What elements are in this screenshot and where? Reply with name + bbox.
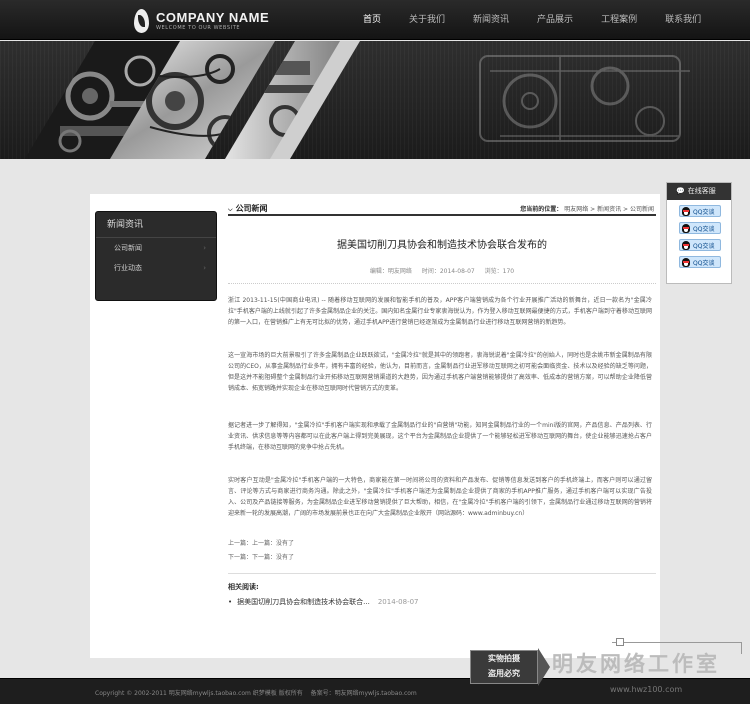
related-item[interactable]: • 据美国切削刀具协会和制造技术协会联合... 2014-08-07 — [228, 597, 656, 607]
breadcrumb-home[interactable]: 明友网络 — [564, 206, 588, 213]
breadcrumb-label: 您当前的位置： — [520, 206, 563, 213]
watermark-box: 实物拍摄 盗用必究 — [470, 650, 538, 684]
prev-article-link[interactable]: 上一篇：上一篇：没有了 — [228, 537, 656, 551]
watermark-line2: 盗用必究 — [488, 669, 520, 678]
nav-home[interactable]: 首页 — [352, 0, 392, 40]
nav-products[interactable]: 产品展示 — [526, 0, 584, 40]
article-editor: 编辑：明友网络 — [369, 268, 412, 275]
sidebar-item-company-news[interactable]: 公司新闻 › — [96, 238, 216, 258]
nav-news[interactable]: 新闻资讯 — [462, 0, 520, 40]
qq-chat-button[interactable]: QQ交谈 — [679, 239, 721, 251]
breadcrumb: 您当前的位置： 明友网络 > 新闻资讯 > 公司新闻 — [520, 204, 654, 213]
article-paragraph: 这一宣海市场的巨大前景吸引了许多金属制品企业跃跃欲试，"金属冷拉"就是其中的领跑… — [228, 352, 652, 392]
related-item-title: 据美国切削刀具协会和制造技术协会联合... — [237, 598, 370, 606]
nav-contact[interactable]: 联系我们 — [654, 0, 712, 40]
logo[interactable]: COMPANY NAME WELCOME TO OUR WEBSITE — [132, 7, 269, 35]
chevron-down-icon: ⌵ — [228, 206, 233, 213]
qq-penguin-icon — [682, 223, 690, 233]
sidebar-item-label: 公司新闻 — [114, 244, 142, 252]
article-paragraph: 实时客户互动是"金属冷拉"手机客户端的一大特色，商家能在第一时间将公司的资料和产… — [228, 477, 652, 517]
footer-copyright: Copyright © 2002-2011 明友网络mywljs.taobao.… — [95, 690, 303, 697]
qq-chat-button[interactable]: QQ交谈 — [679, 205, 721, 217]
main-panel: 新闻资讯 公司新闻 › 行业动态 › ⌵ 公司新闻 您当前的位置： 明友网络 > … — [90, 194, 660, 658]
breadcrumb-sep: > — [623, 206, 630, 213]
nav-cases[interactable]: 工程案例 — [590, 0, 648, 40]
watermark-name: 明友网络工作室 — [552, 652, 720, 676]
article-area: ⌵ 公司新闻 您当前的位置： 明友网络 > 新闻资讯 > 公司新闻 据美国切削刀具… — [228, 200, 656, 607]
qq-chat-button[interactable]: QQ交谈 — [679, 256, 721, 268]
top-header: COMPANY NAME WELCOME TO OUR WEBSITE 首页 关… — [0, 0, 750, 40]
sidebar: 新闻资讯 公司新闻 › 行业动态 › — [95, 211, 217, 301]
qq-chat-label: QQ交谈 — [693, 242, 715, 250]
watermark-url: www.hwz100.com — [610, 685, 683, 694]
related-title: 相关阅读: — [228, 583, 259, 591]
sidebar-title: 新闻资讯 — [96, 212, 216, 238]
qq-penguin-icon — [682, 257, 690, 267]
qq-chat-label: QQ交谈 — [693, 208, 715, 216]
online-service-widget: 💬 在线客服 QQ交谈 QQ交谈 QQ交谈 QQ交谈 — [666, 182, 732, 284]
section-title: ⌵ 公司新闻 — [228, 203, 268, 214]
qq-penguin-icon — [682, 206, 690, 216]
related-item-date: 2014-08-07 — [377, 598, 419, 606]
engine-banner-image — [25, 41, 690, 159]
sidebar-item-industry-news[interactable]: 行业动态 › — [96, 258, 216, 278]
article-paragraph: 浙江 2013-11-15(中国商业电讯) -- 随着移动互联网的发展和智能手机… — [228, 297, 652, 326]
qq-chat-label: QQ交谈 — [693, 259, 715, 267]
qq-chat-label: QQ交谈 — [693, 225, 715, 233]
company-slogan: WELCOME TO OUR WEBSITE — [156, 24, 241, 31]
online-service-title: 在线客服 — [687, 187, 716, 195]
watermark-square-icon — [616, 638, 624, 646]
sidebar-item-label: 行业动态 — [114, 264, 142, 272]
footer-icp: 备案号：明友网络mywljs.taobao.com — [310, 690, 417, 697]
watermark-line1: 实物拍摄 — [488, 654, 520, 663]
bullet-icon: • — [228, 598, 233, 606]
chevron-right-icon: › — [203, 244, 206, 252]
main-nav: 首页 关于我们 新闻资讯 产品展示 工程案例 联系我们 — [352, 0, 718, 40]
article-paragraph: 据记者进一步了解得知，"金属冷拉"手机客户端实现和承载了金属制品行业的"自营销"… — [228, 422, 652, 451]
banner — [0, 41, 750, 159]
next-article-link[interactable]: 下一篇：下一篇：没有了 — [228, 551, 656, 565]
qq-penguin-icon — [682, 240, 690, 250]
section-header: ⌵ 公司新闻 您当前的位置： 明友网络 > 新闻资讯 > 公司新闻 — [228, 200, 656, 216]
article-views: 浏览：170 — [484, 268, 515, 275]
nav-about[interactable]: 关于我们 — [398, 0, 456, 40]
breadcrumb-news[interactable]: 新闻资讯 — [597, 206, 621, 213]
chevron-right-icon: › — [203, 264, 206, 272]
company-name: COMPANY NAME — [156, 9, 270, 25]
article-meta: 编辑：明友网络 时间：2014-08-07 浏览：170 — [228, 266, 656, 284]
article-pager: 上一篇：上一篇：没有了 下一篇：下一篇：没有了 — [228, 537, 656, 565]
qq-chat-button[interactable]: QQ交谈 — [679, 222, 721, 234]
online-service-header: 💬 在线客服 — [667, 183, 731, 200]
related-articles: 相关阅读: • 据美国切削刀具协会和制造技术协会联合... 2014-08-07 — [228, 573, 656, 607]
logo-drop-icon — [132, 9, 150, 33]
chat-bubble-icon: 💬 — [676, 187, 685, 195]
breadcrumb-company-news[interactable]: 公司新闻 — [630, 206, 654, 213]
article-time: 时间：2014-08-07 — [421, 268, 475, 275]
footer-text: Copyright © 2002-2011 明友网络mywljs.taobao.… — [95, 688, 423, 697]
article-title: 据美国切削刀具协会和制造技术协会联合发布的 — [337, 240, 547, 251]
section-title-text: 公司新闻 — [235, 204, 268, 213]
watermark-arrow-icon — [538, 648, 550, 686]
